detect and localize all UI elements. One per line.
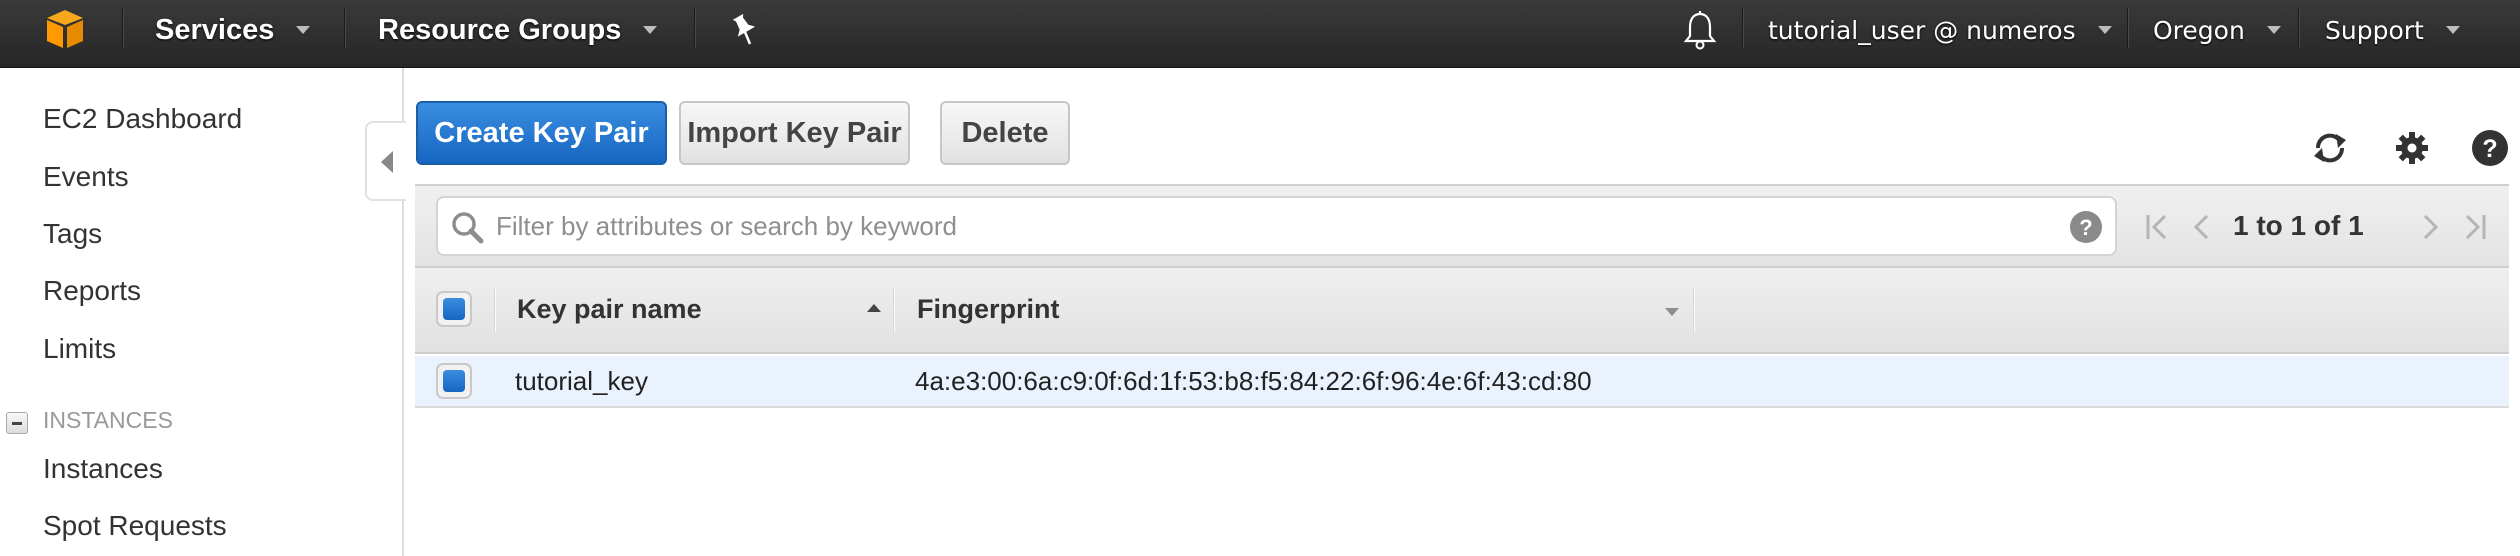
sidebar-item-tags[interactable]: Tags <box>43 218 102 250</box>
last-page-icon[interactable] <box>2459 212 2489 242</box>
first-page-icon[interactable] <box>2143 212 2173 242</box>
search-icon <box>452 212 484 244</box>
chevron-down-icon <box>2266 26 2281 34</box>
chevron-down-icon <box>643 26 658 34</box>
filter-bar: ? 1 to 1 of 1 <box>415 184 2509 268</box>
sidebar-collapse-button[interactable] <box>365 121 406 201</box>
chevron-down-icon <box>2097 26 2112 34</box>
sidebar-item-instances[interactable]: Instances <box>43 453 163 485</box>
resource-groups-menu[interactable]: Resource Groups <box>378 0 658 60</box>
sidebar-section-instances: INSTANCES <box>43 407 173 433</box>
sidebar-item-spot-requests[interactable]: Spot Requests <box>43 510 227 542</box>
filter-input[interactable] <box>496 206 2036 246</box>
nav-divider <box>122 8 124 48</box>
import-key-pair-button[interactable]: Import Key Pair <box>679 101 910 165</box>
column-divider[interactable] <box>893 288 895 332</box>
column-divider[interactable] <box>1693 288 1695 332</box>
region-menu[interactable]: Oregon <box>2153 0 2281 60</box>
aws-logo-icon[interactable] <box>44 8 86 50</box>
select-all-checkbox[interactable] <box>436 291 472 327</box>
svg-text:?: ? <box>2079 215 2092 240</box>
resource-groups-label: Resource Groups <box>378 13 622 46</box>
services-label: Services <box>155 13 275 46</box>
sort-menu-icon[interactable] <box>1665 308 1679 316</box>
chevron-down-icon <box>2445 26 2460 34</box>
help-icon[interactable]: ? <box>2470 128 2510 168</box>
filter-help-icon[interactable]: ? <box>2069 210 2103 244</box>
table-row[interactable]: tutorial_key 4a:e3:00:6a:c9:0f:6d:1f:53:… <box>415 356 2509 408</box>
sidebar: EC2 Dashboard Events Tags Reports Limits… <box>0 68 404 556</box>
region-label: Oregon <box>2153 15 2245 45</box>
fingerprint-cell: 4a:e3:00:6a:c9:0f:6d:1f:53:b8:f5:84:22:6… <box>915 366 1592 396</box>
nav-divider <box>2298 8 2300 48</box>
account-label: tutorial_user @ numeros <box>1768 15 2076 45</box>
nav-divider <box>1742 8 1744 48</box>
sidebar-item-limits[interactable]: Limits <box>43 333 116 365</box>
search-box: ? <box>436 196 2117 256</box>
key-pair-name-cell: tutorial_key <box>515 366 648 396</box>
nav-divider <box>694 8 696 48</box>
next-page-icon[interactable] <box>2415 212 2445 242</box>
column-divider[interactable] <box>494 288 496 332</box>
pushpin-icon[interactable] <box>728 12 762 46</box>
nav-divider <box>344 8 346 48</box>
sidebar-item-events[interactable]: Events <box>43 161 129 193</box>
sidebar-item-ec2-dashboard[interactable]: EC2 Dashboard <box>43 103 242 135</box>
bell-icon[interactable] <box>1682 10 1718 50</box>
previous-page-icon[interactable] <box>2187 212 2217 242</box>
column-header-fingerprint[interactable]: Fingerprint <box>917 294 1060 325</box>
pagination-text: 1 to 1 of 1 <box>2233 210 2364 241</box>
account-menu[interactable]: tutorial_user @ numeros <box>1768 0 2112 60</box>
gear-icon[interactable] <box>2392 128 2432 168</box>
section-collapse-icon[interactable] <box>6 412 28 434</box>
chevron-down-icon <box>296 26 311 34</box>
column-header-key-pair-name[interactable]: Key pair name <box>517 294 702 325</box>
support-menu[interactable]: Support <box>2325 0 2460 60</box>
sort-ascending-icon[interactable] <box>867 304 881 312</box>
delete-button[interactable]: Delete <box>940 101 1070 165</box>
svg-text:?: ? <box>2482 135 2497 163</box>
sidebar-item-reports[interactable]: Reports <box>43 275 141 307</box>
table-header: Key pair name Fingerprint <box>415 268 2509 354</box>
support-label: Support <box>2325 15 2424 45</box>
top-navigation-bar: Services Resource Groups tutorial_user @… <box>0 0 2520 68</box>
services-menu[interactable]: Services <box>155 0 311 60</box>
row-checkbox[interactable] <box>436 363 472 399</box>
refresh-icon[interactable] <box>2310 128 2350 168</box>
create-key-pair-button[interactable]: Create Key Pair <box>416 101 667 165</box>
nav-divider <box>2127 8 2129 48</box>
caret-left-icon <box>381 151 393 173</box>
